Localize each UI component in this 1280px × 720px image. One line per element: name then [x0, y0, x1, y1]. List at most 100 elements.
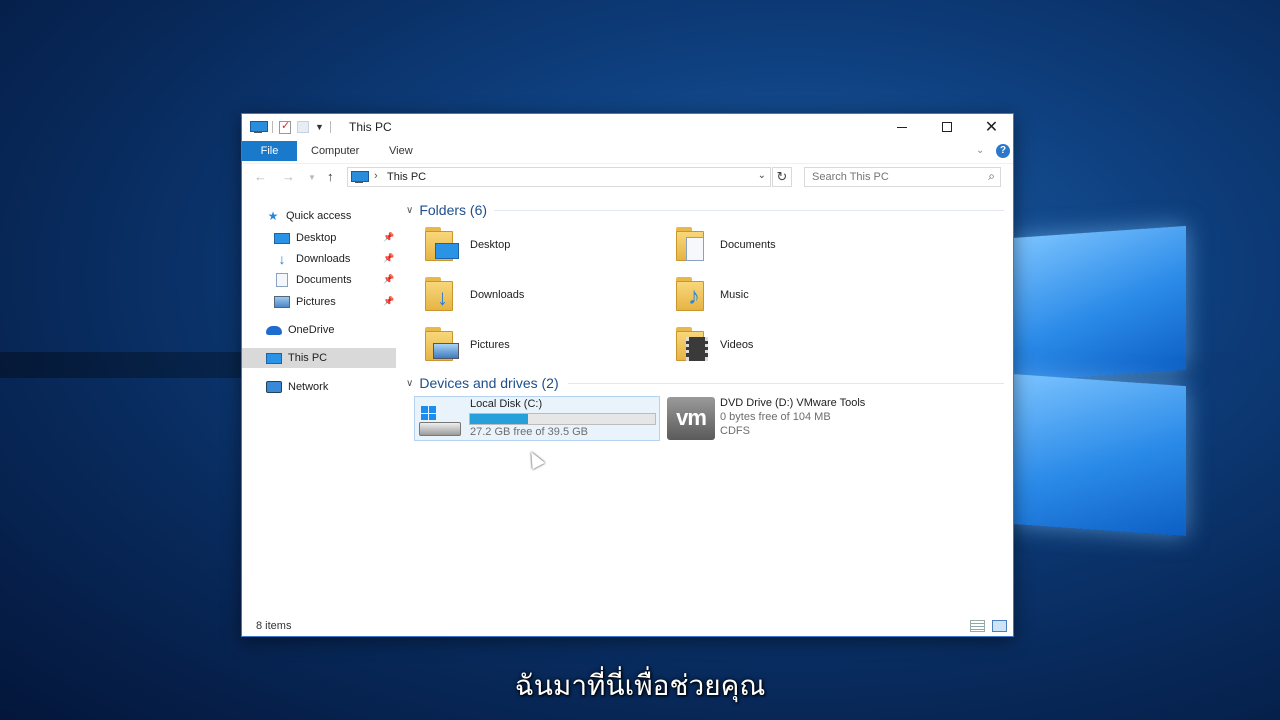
pin-icon[interactable]: 📌 [383, 253, 394, 264]
ribbon-tabs: File Computer View ⌄ ? [242, 140, 1013, 161]
sidebar-item-network[interactable]: Network [266, 377, 396, 397]
hard-disk-icon [419, 406, 463, 438]
pictures-icon [274, 296, 290, 308]
maximize-icon [941, 122, 952, 132]
properties-icon[interactable] [279, 119, 291, 134]
folders-section-header[interactable]: ∨ Folders (6) [406, 201, 1011, 219]
minimize-button[interactable] [879, 114, 924, 140]
tab-computer[interactable]: Computer [311, 141, 359, 161]
breadcrumb-separator-icon[interactable]: › [374, 170, 378, 182]
refresh-icon: ↻ [776, 169, 788, 184]
documents-folder-icon [674, 225, 718, 265]
pictures-folder-icon [423, 325, 467, 365]
toolbar-separator [272, 121, 273, 133]
desktop-folder-icon [423, 225, 467, 265]
drive-free-space: 0 bytes free of 104 MB [720, 411, 831, 423]
network-icon [266, 381, 282, 393]
document-icon [276, 273, 288, 287]
navigation-pane: ★ Quick access Desktop 📌 ↓ Downloads 📌 D… [242, 202, 397, 602]
sidebar-item-desktop[interactable]: Desktop 📌 [274, 228, 396, 248]
folder-label: Videos [720, 339, 754, 351]
drive-name: Local Disk (C:) [470, 398, 543, 410]
drive-usage-bar [469, 413, 656, 425]
section-title: Folders (6) [419, 202, 488, 218]
large-icons-view-icon[interactable] [992, 620, 1007, 632]
customize-toolbar-icon[interactable]: ▼ [315, 122, 324, 132]
download-icon: ↓ [278, 251, 286, 267]
sidebar-item-label: Network [288, 381, 329, 393]
sidebar-item-pictures[interactable]: Pictures 📌 [274, 292, 396, 312]
sidebar-item-label: Downloads [296, 253, 351, 265]
refresh-button[interactable]: ↻ [772, 167, 792, 187]
status-item-count: 8 items [256, 620, 292, 632]
video-subtitle: ฉันมาที่นี่เพื่อช่วยคุณ [514, 669, 766, 702]
sidebar-item-onedrive[interactable]: OneDrive [266, 320, 396, 340]
chevron-down-icon[interactable]: ⌄ [758, 170, 766, 181]
file-explorer-window: ▼ This PC ✕ File Computer View ⌄ ? ← → ▼… [241, 113, 1014, 637]
close-button[interactable]: ✕ [969, 114, 1014, 140]
details-view-icon[interactable] [970, 620, 985, 632]
sidebar-item-documents[interactable]: Documents 📌 [274, 270, 396, 290]
vmware-icon: vm [667, 397, 715, 440]
back-arrow-icon[interactable]: ← [254, 169, 267, 184]
title-bar[interactable]: ▼ This PC ✕ [242, 114, 1013, 140]
videos-folder-icon [674, 325, 718, 365]
breadcrumb-this-pc[interactable]: This PC [387, 171, 426, 183]
recent-locations-icon[interactable]: ▼ [308, 173, 316, 182]
chevron-down-icon: ∨ [406, 204, 414, 216]
sidebar-item-label: OneDrive [288, 324, 335, 336]
up-arrow-icon[interactable]: ↑ [327, 169, 334, 184]
windows-logo [1010, 220, 1190, 537]
folder-label: Music [720, 289, 749, 301]
drive-usage-fill [470, 414, 528, 424]
computer-icon [266, 352, 282, 364]
maximize-button[interactable] [924, 114, 969, 140]
sidebar-item-downloads[interactable]: ↓ Downloads 📌 [274, 249, 396, 269]
sidebar-item-quick-access[interactable]: ★ Quick access [266, 206, 396, 226]
toolbar-separator [329, 121, 331, 133]
tab-view[interactable]: View [389, 141, 413, 161]
drive-free-space: 27.2 GB free of 39.5 GB [470, 426, 589, 438]
sidebar-item-label: Documents [296, 274, 352, 286]
music-folder-icon: ♪ [674, 275, 718, 315]
folder-label: Documents [720, 239, 776, 251]
search-icon[interactable]: ⌕ [988, 169, 995, 184]
navigation-bar: ← → ▼ ↑ › This PC ⌄ ↻ ⌕ [242, 163, 1013, 189]
folder-label: Pictures [470, 339, 510, 351]
sidebar-item-this-pc[interactable]: This PC [242, 348, 396, 368]
tab-file[interactable]: File [242, 141, 297, 161]
folder-label: Desktop [470, 239, 511, 251]
windows-logo-lower-pane [1010, 373, 1186, 537]
pin-icon[interactable]: 📌 [383, 232, 394, 243]
search-box[interactable]: ⌕ [804, 167, 1001, 187]
windows-logo-upper-pane [1010, 225, 1186, 383]
forward-arrow-icon[interactable]: → [282, 169, 295, 184]
cloud-icon [266, 325, 282, 335]
pin-icon[interactable]: 📌 [383, 296, 394, 307]
drive-name: DVD Drive (D:) VMware Tools [720, 397, 866, 409]
desktop-icon [274, 232, 290, 244]
section-divider [568, 383, 1004, 384]
downloads-folder-icon: ↓ [423, 275, 467, 315]
star-icon: ★ [267, 209, 279, 223]
folder-label: Downloads [470, 289, 525, 301]
quick-access-toolbar: ▼ [250, 119, 331, 134]
close-icon: ✕ [984, 119, 999, 136]
section-title: Devices and drives (2) [419, 375, 559, 391]
sidebar-item-label: This PC [288, 352, 328, 364]
sidebar-item-label: Desktop [296, 232, 337, 244]
help-icon[interactable]: ? [996, 144, 1010, 158]
drive-item-local-disk-c[interactable]: Local Disk (C:) 27.2 GB free of 39.5 GB [414, 396, 660, 441]
drive-filesystem: CDFS [720, 425, 750, 437]
section-divider [494, 210, 1004, 211]
devices-section-header[interactable]: ∨ Devices and drives (2) [406, 374, 1011, 392]
expand-ribbon-icon[interactable]: ⌄ [976, 145, 984, 156]
chevron-down-icon: ∨ [406, 377, 414, 389]
minimize-icon [896, 126, 907, 128]
sidebar-item-label: Pictures [296, 296, 336, 308]
search-input[interactable] [805, 168, 975, 186]
address-bar[interactable]: › This PC ⌄ [347, 167, 771, 187]
new-folder-icon[interactable] [297, 121, 309, 133]
pin-icon[interactable]: 📌 [383, 274, 394, 285]
window-title: This PC [349, 120, 392, 134]
